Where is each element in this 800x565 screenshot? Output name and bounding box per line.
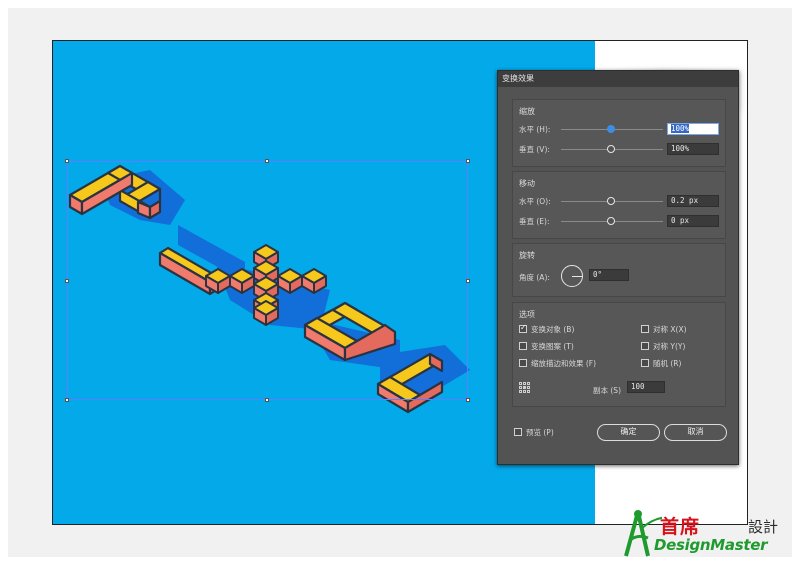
move-title: 移动 xyxy=(519,179,535,188)
resize-handle-top-right[interactable] xyxy=(466,159,470,163)
transform-objects-checkbox[interactable] xyxy=(519,323,527,333)
resize-handle-bottom-left[interactable] xyxy=(65,398,69,402)
move-vertical-label: 垂直 (E): xyxy=(519,217,550,226)
copies-label: 副本 (S) xyxy=(593,386,621,395)
resize-handle-top-left[interactable] xyxy=(65,159,69,163)
preview-label: 预览 (P) xyxy=(526,428,554,437)
resize-handle-bottom-right[interactable] xyxy=(466,398,470,402)
reflect-x-checkbox[interactable] xyxy=(641,325,649,333)
dialog-title[interactable]: 变换效果 xyxy=(498,71,738,87)
options-panel: 选项 变换对象 (B) 变换图案 (T) 缩放描边和效果 (F) 对称 X(X)… xyxy=(512,302,726,407)
preview-checkbox[interactable] xyxy=(514,428,522,436)
move-horizontal-label: 水平 (O): xyxy=(519,197,551,206)
transform-patterns-label: 变换图案 (T) xyxy=(531,342,574,351)
move-vertical-input[interactable]: 0 px xyxy=(667,215,719,227)
angle-input[interactable]: 0° xyxy=(589,269,629,281)
copies-input[interactable]: 100 xyxy=(627,381,665,393)
resize-handle-left[interactable] xyxy=(65,279,69,283)
ok-button[interactable]: 确定 xyxy=(597,424,660,441)
reflect-y-checkbox[interactable] xyxy=(641,342,649,350)
scale-vertical-label: 垂直 (V): xyxy=(519,145,550,154)
cancel-button[interactable]: 取消 xyxy=(664,424,727,441)
logo-chinese-suffix: 設計 xyxy=(748,518,779,536)
reflect-x-label: 对称 X(X) xyxy=(653,325,687,334)
resize-handle-bottom[interactable] xyxy=(265,398,269,402)
scale-panel: 缩放 水平 (H): 100% 垂直 (V): 100% xyxy=(512,99,726,167)
move-vertical-slider[interactable] xyxy=(607,217,615,225)
selection-bounding-box[interactable] xyxy=(67,161,468,400)
rotate-panel: 旋转 角度 (A): 0° xyxy=(512,243,726,297)
random-checkbox[interactable] xyxy=(641,359,649,367)
resize-handle-right[interactable] xyxy=(466,279,470,283)
logo-english-text: DesignMaster xyxy=(654,536,768,554)
scale-title: 缩放 xyxy=(519,107,535,116)
reference-point-icon[interactable] xyxy=(519,382,530,393)
scale-strokes-checkbox[interactable] xyxy=(519,359,527,367)
designmaster-logo: 首席 設計 DesignMaster xyxy=(618,508,796,560)
reflect-y-label: 对称 Y(Y) xyxy=(653,342,686,351)
options-title: 选项 xyxy=(519,310,535,319)
move-horizontal-input[interactable]: 0.2 px xyxy=(667,195,719,207)
angle-dial[interactable] xyxy=(561,265,583,287)
scale-vertical-slider[interactable] xyxy=(607,145,615,153)
angle-label: 角度 (A): xyxy=(519,273,550,282)
move-horizontal-slider[interactable] xyxy=(607,197,615,205)
transform-objects-label: 变换对象 (B) xyxy=(531,325,575,334)
move-panel: 移动 水平 (O): 0.2 px 垂直 (E): 0 px xyxy=(512,171,726,239)
rotate-title: 旋转 xyxy=(519,251,535,260)
transform-effect-dialog: 变换效果 缩放 水平 (H): 100% 垂直 (V): 100% 移动 水平 … xyxy=(497,70,739,465)
scale-horizontal-input[interactable]: 100% xyxy=(667,123,719,135)
scale-strokes-label: 缩放描边和效果 (F) xyxy=(531,359,597,368)
scale-horizontal-slider[interactable] xyxy=(607,125,615,133)
scale-vertical-input[interactable]: 100% xyxy=(667,143,719,155)
random-label: 随机 (R) xyxy=(653,359,682,368)
logo-chinese-text: 首席 xyxy=(660,516,701,538)
transform-patterns-checkbox[interactable] xyxy=(519,342,527,350)
resize-handle-top[interactable] xyxy=(265,159,269,163)
scale-horizontal-label: 水平 (H): xyxy=(519,125,551,134)
